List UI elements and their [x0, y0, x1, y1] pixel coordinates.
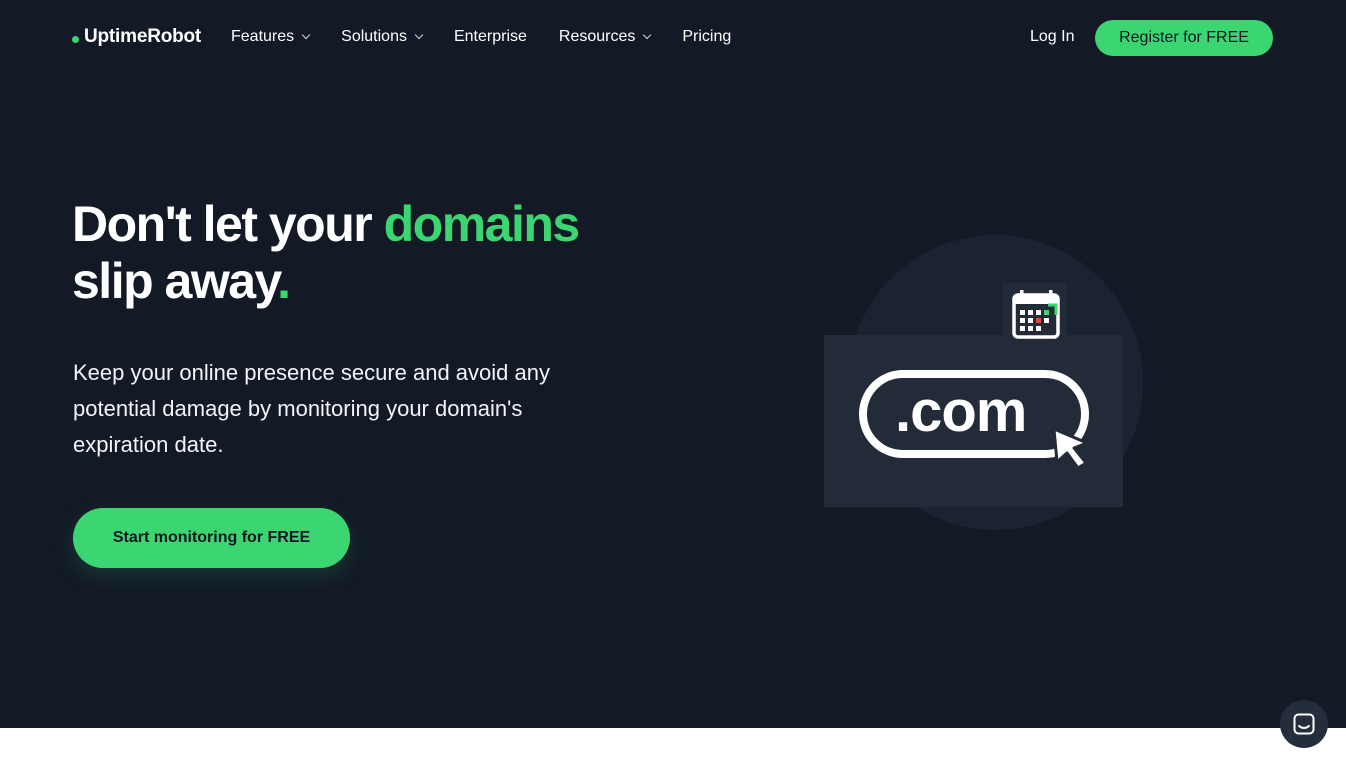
chat-icon [1293, 713, 1315, 735]
top-navigation: UptimeRobot Features Solutions Enterpris… [0, 0, 1346, 76]
nav-resources[interactable]: Resources [559, 28, 652, 46]
chevron-down-icon [643, 30, 652, 40]
logo-dot-icon [72, 35, 79, 43]
calendar-icon [1012, 290, 1060, 339]
main-menu: Features Solutions Enterprise Resources … [231, 28, 763, 46]
headline-period: . [277, 253, 291, 309]
start-monitoring-button[interactable]: Start monitoring for FREE [73, 508, 350, 568]
domain-text: .com [895, 379, 1027, 444]
nav-features[interactable]: Features [231, 28, 311, 46]
uptimerobot-logo[interactable]: UptimeRobot [72, 26, 201, 48]
logo-text: UptimeRobot [84, 26, 202, 47]
chat-widget-button[interactable] [1280, 700, 1328, 748]
nav-pricing[interactable]: Pricing [682, 28, 731, 46]
nav-solutions[interactable]: Solutions [341, 28, 424, 46]
login-link[interactable]: Log In [1030, 28, 1074, 46]
chevron-down-icon [301, 30, 311, 40]
register-button[interactable]: Register for FREE [1095, 20, 1273, 56]
chevron-down-icon [414, 30, 424, 40]
hero-headline: Don't let your domains slip away. [72, 196, 581, 309]
headline-highlight: domains [383, 196, 581, 252]
nav-enterprise[interactable]: Enterprise [454, 28, 527, 46]
hero-subtitle: Keep your online presence secure and avo… [73, 360, 550, 457]
